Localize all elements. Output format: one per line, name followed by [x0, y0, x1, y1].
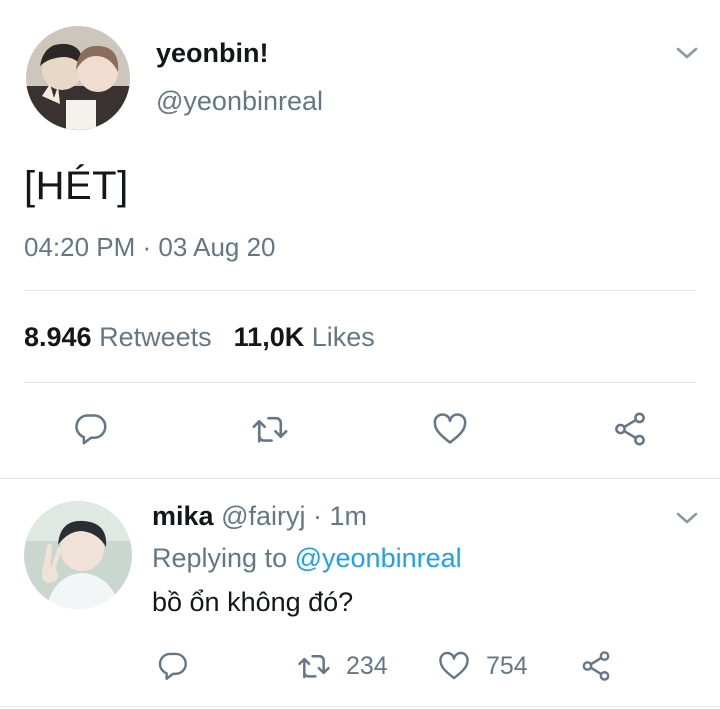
reply-icon: [158, 652, 187, 680]
chevron-down-icon[interactable]: [674, 509, 700, 527]
tweet-timestamp[interactable]: 04:20 PM · 03 Aug 20: [24, 232, 276, 263]
tweet-stats: 8.946 Retweets 11,0K Likes: [24, 322, 375, 353]
retweet-button[interactable]: 234: [296, 649, 388, 683]
tweet-text: [HÉT]: [24, 164, 129, 208]
reply-meta[interactable]: @fairyj · 1m: [221, 501, 367, 531]
like-button[interactable]: [430, 410, 470, 448]
retweet-count: 234: [346, 651, 388, 680]
share-button[interactable]: [578, 649, 614, 683]
divider: [24, 290, 696, 291]
likes-stat[interactable]: 11,0K Likes: [234, 322, 375, 352]
reply-header: mika @fairyj · 1m: [152, 501, 367, 532]
reply-button[interactable]: [72, 410, 110, 448]
reply-text: bồ ổn không đó?: [152, 587, 354, 617]
retweets-count: 8.946: [24, 322, 92, 352]
reply-icon: [75, 414, 107, 445]
replying-prefix: Replying to: [152, 543, 288, 573]
display-name[interactable]: yeonbin!: [156, 38, 269, 69]
user-handle[interactable]: @yeonbinreal: [156, 86, 323, 117]
display-name[interactable]: mika: [152, 501, 214, 531]
reply-button[interactable]: [156, 649, 190, 683]
main-tweet: yeonbin! @yeonbinreal [HÉT] 04:20 PM · 0…: [0, 0, 720, 478]
likes-count: 11,0K: [233, 322, 305, 352]
share-button[interactable]: [610, 410, 650, 448]
mention-link[interactable]: @yeonbinreal: [295, 543, 462, 573]
likes-label: Likes: [311, 322, 375, 352]
retweet-icon: [252, 416, 288, 443]
share-icon: [582, 651, 610, 681]
share-icon: [615, 412, 645, 446]
like-count: 754: [486, 651, 528, 680]
retweet-icon: [298, 655, 330, 679]
like-icon: [439, 651, 469, 680]
like-button[interactable]: 754: [436, 649, 528, 683]
chevron-down-icon[interactable]: [674, 44, 700, 62]
retweet-stat[interactable]: 8.946 Retweets: [24, 322, 212, 352]
avatar[interactable]: [26, 26, 130, 130]
divider: [24, 382, 696, 383]
like-icon: [433, 413, 467, 444]
divider: [0, 706, 720, 707]
retweet-button[interactable]: [250, 410, 290, 448]
reply-tweet[interactable]: mika @fairyj · 1m Replying to @yeonbinre…: [0, 479, 720, 709]
avatar[interactable]: [24, 501, 132, 609]
retweets-label: Retweets: [99, 322, 212, 352]
replying-to: Replying to @yeonbinreal: [152, 543, 462, 574]
